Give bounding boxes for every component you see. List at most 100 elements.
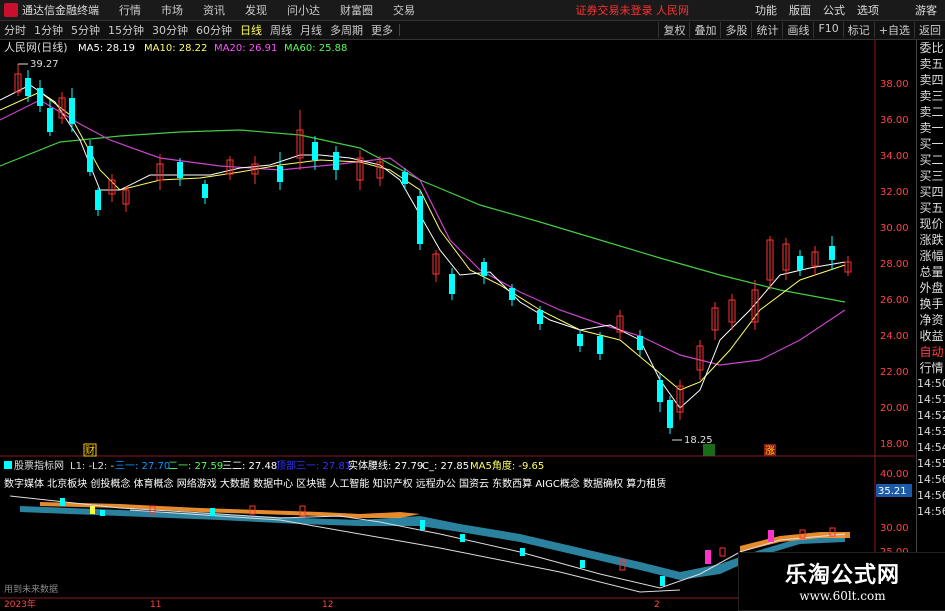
y-tick-36: 36.00 xyxy=(880,115,909,126)
quote-bid4: 买四 xyxy=(919,185,944,199)
sub-line-waist: 实体腰线: 27.79 xyxy=(348,459,423,472)
quote-change: 涨跌 xyxy=(919,233,944,247)
tongji-button[interactable]: 统计 xyxy=(751,22,782,38)
quote-netasset: 净资 xyxy=(919,313,944,327)
period-daily[interactable]: 日线 xyxy=(240,22,262,38)
period-30min[interactable]: 30分钟 xyxy=(152,22,188,38)
menu-item-jiaoyi[interactable]: 交易 xyxy=(393,2,415,18)
y-tick-28: 28.00 xyxy=(880,259,909,270)
quote-ask2: 卖二 xyxy=(919,105,944,119)
tick-time-5: 14:54 xyxy=(917,441,945,454)
quote-bid3: 买三 xyxy=(919,169,944,183)
menu-item-gongshi[interactable]: 公式 xyxy=(823,2,845,18)
tick-time-8: 14:56 xyxy=(917,489,945,502)
ma10-label: MA10: 28.22 xyxy=(144,43,207,54)
menu-bar: 通达信金融终端 行情 市场 资讯 发现 问小达 财富圈 交易 证券交易未登录 人… xyxy=(0,0,945,21)
login-notice[interactable]: 证券交易未登录 人民网 xyxy=(576,2,690,18)
y-tick-26: 26.00 xyxy=(880,295,909,306)
quote-eps: 收益 xyxy=(919,329,944,343)
quote-turnover: 换手 xyxy=(919,297,944,311)
ma60-label: MA60: 25.88 xyxy=(284,43,347,54)
menu-item-gongneng[interactable]: 功能 xyxy=(755,2,777,18)
menu-item-wenxiaoda[interactable]: 问小达 xyxy=(287,2,320,18)
y-tick-24: 24.00 xyxy=(880,331,909,342)
period-5min[interactable]: 5分钟 xyxy=(71,22,100,38)
sub-line-san-yi: 三一: 27.70 xyxy=(115,461,170,472)
period-multi[interactable]: 多周期 xyxy=(330,22,363,38)
menu-item-xuanxiang[interactable]: 选项 xyxy=(857,2,879,18)
menu-item-shichang[interactable]: 市场 xyxy=(161,2,183,18)
toolbar-divider xyxy=(399,24,400,36)
fuquan-button[interactable]: 复权 xyxy=(658,22,689,38)
green-marker[interactable] xyxy=(703,444,715,456)
quote-weibi: 委比 xyxy=(919,41,944,55)
back-button[interactable]: 返回 xyxy=(914,22,945,38)
diejia-button[interactable]: 叠加 xyxy=(689,22,720,38)
quote-ask1: 卖一 xyxy=(919,121,944,135)
main-chart-title: 人民网(日线) xyxy=(4,40,68,54)
auto-button[interactable]: 自动 xyxy=(917,344,945,360)
menu-item-faxian[interactable]: 发现 xyxy=(245,2,267,18)
quote-ask5: 卖五 xyxy=(919,57,944,71)
add-watchlist-button[interactable]: +自选 xyxy=(873,22,914,38)
cai-marker-label: 财 xyxy=(85,444,95,457)
quote-outer: 外盘 xyxy=(919,281,944,295)
period-1min[interactable]: 1分钟 xyxy=(34,22,63,38)
x-label-2: 2 xyxy=(654,600,660,609)
app-logo-icon xyxy=(4,3,18,17)
period-15min[interactable]: 15分钟 xyxy=(108,22,144,38)
huaxian-button[interactable]: 画线 xyxy=(782,22,813,38)
period-weekly[interactable]: 周线 xyxy=(270,22,292,38)
tick-time-9: 14:56 xyxy=(917,505,945,518)
sub-line-er-yi: 二一: 27.59 xyxy=(168,461,223,472)
y-tick-18: 18.00 xyxy=(880,439,909,450)
watermark-url: www.60lt.com xyxy=(799,589,886,603)
menu-item-zixun[interactable]: 资讯 xyxy=(203,2,225,18)
ma20-label: MA20: 26.91 xyxy=(214,43,277,54)
period-fenshi[interactable]: 分时 xyxy=(4,22,26,38)
tick-time-6: 14:55 xyxy=(917,457,945,470)
y-tick-38: 38.00 xyxy=(880,79,909,90)
toolbar-right-buttons: 复权 叠加 多股 统计 画线 F10 标记 +自选 返回 xyxy=(658,22,945,38)
sub-y-tick-30: 30.00 xyxy=(880,523,909,534)
tick-time-4: 14:53 xyxy=(917,425,945,438)
sub-line-ma5-angle: MA5角度: -9.65 xyxy=(470,459,544,472)
ma5-label: MA5: 28.19 xyxy=(78,43,135,54)
biaoji-button[interactable]: 标记 xyxy=(842,22,874,38)
y-tick-34: 34.00 xyxy=(880,151,909,162)
sub-chart-name[interactable]: 股票指标网 xyxy=(14,459,64,472)
tick-time-1: 14:50 xyxy=(917,377,945,390)
period-monthly[interactable]: 月线 xyxy=(300,22,322,38)
quote-pct: 涨幅 xyxy=(919,249,944,263)
tick-time-2: 14:51 xyxy=(917,393,945,406)
zhang-marker-label: 涨 xyxy=(765,445,775,457)
user-label[interactable]: 游客 xyxy=(915,2,937,18)
concept-tags: 数字媒体 北京板块 创投概念 体育概念 网络游戏 大数据 数据中心 区块链 人工… xyxy=(4,477,666,490)
quote-bid2: 买二 xyxy=(919,153,944,167)
x-label-11: 11 xyxy=(150,600,161,609)
period-60min[interactable]: 60分钟 xyxy=(196,22,232,38)
y-tick-32: 32.00 xyxy=(880,187,909,198)
menu-item-banmian[interactable]: 版面 xyxy=(789,2,811,18)
f10-button[interactable]: F10 xyxy=(813,22,842,38)
y-tick-20: 20.00 xyxy=(880,403,909,414)
period-toolbar: 分时 1分钟 5分钟 15分钟 30分钟 60分钟 日线 周线 月线 多周期 更… xyxy=(0,21,945,40)
kline-chart[interactable]: 人民网(日线) MA5: 28.19 MA10: 28.22 MA20: 26.… xyxy=(0,40,915,609)
menu-item-caifuquan[interactable]: 财富圈 xyxy=(340,2,373,18)
quote-bid5: 买五 xyxy=(919,201,944,215)
current-value-label: 35.21 xyxy=(878,486,907,497)
quote-volume: 总量 xyxy=(919,265,944,279)
quote-panel: 委比 卖五 卖四 卖三 卖二 卖一 买一 买二 买三 买四 买五 现价 涨跌 涨… xyxy=(916,40,945,609)
watermark: 乐淘公式网 www.60lt.com xyxy=(738,552,945,611)
quote-market[interactable]: 行情 xyxy=(917,360,945,376)
quote-bid1: 买一 xyxy=(919,137,944,151)
menu-item-hangqing[interactable]: 行情 xyxy=(119,2,141,18)
period-more[interactable]: 更多 xyxy=(371,22,393,38)
watermark-title: 乐淘公式网 xyxy=(784,563,900,588)
y-tick-22: 22.00 xyxy=(880,367,909,378)
sub-line-san-er: 三二: 27.48 xyxy=(222,461,277,472)
duogu-button[interactable]: 多股 xyxy=(720,22,751,38)
sub-line-top: 顶部三一: 27.81 xyxy=(276,459,351,472)
sub-chart-icon xyxy=(4,461,12,469)
high-price-label: 39.27 xyxy=(30,59,59,70)
